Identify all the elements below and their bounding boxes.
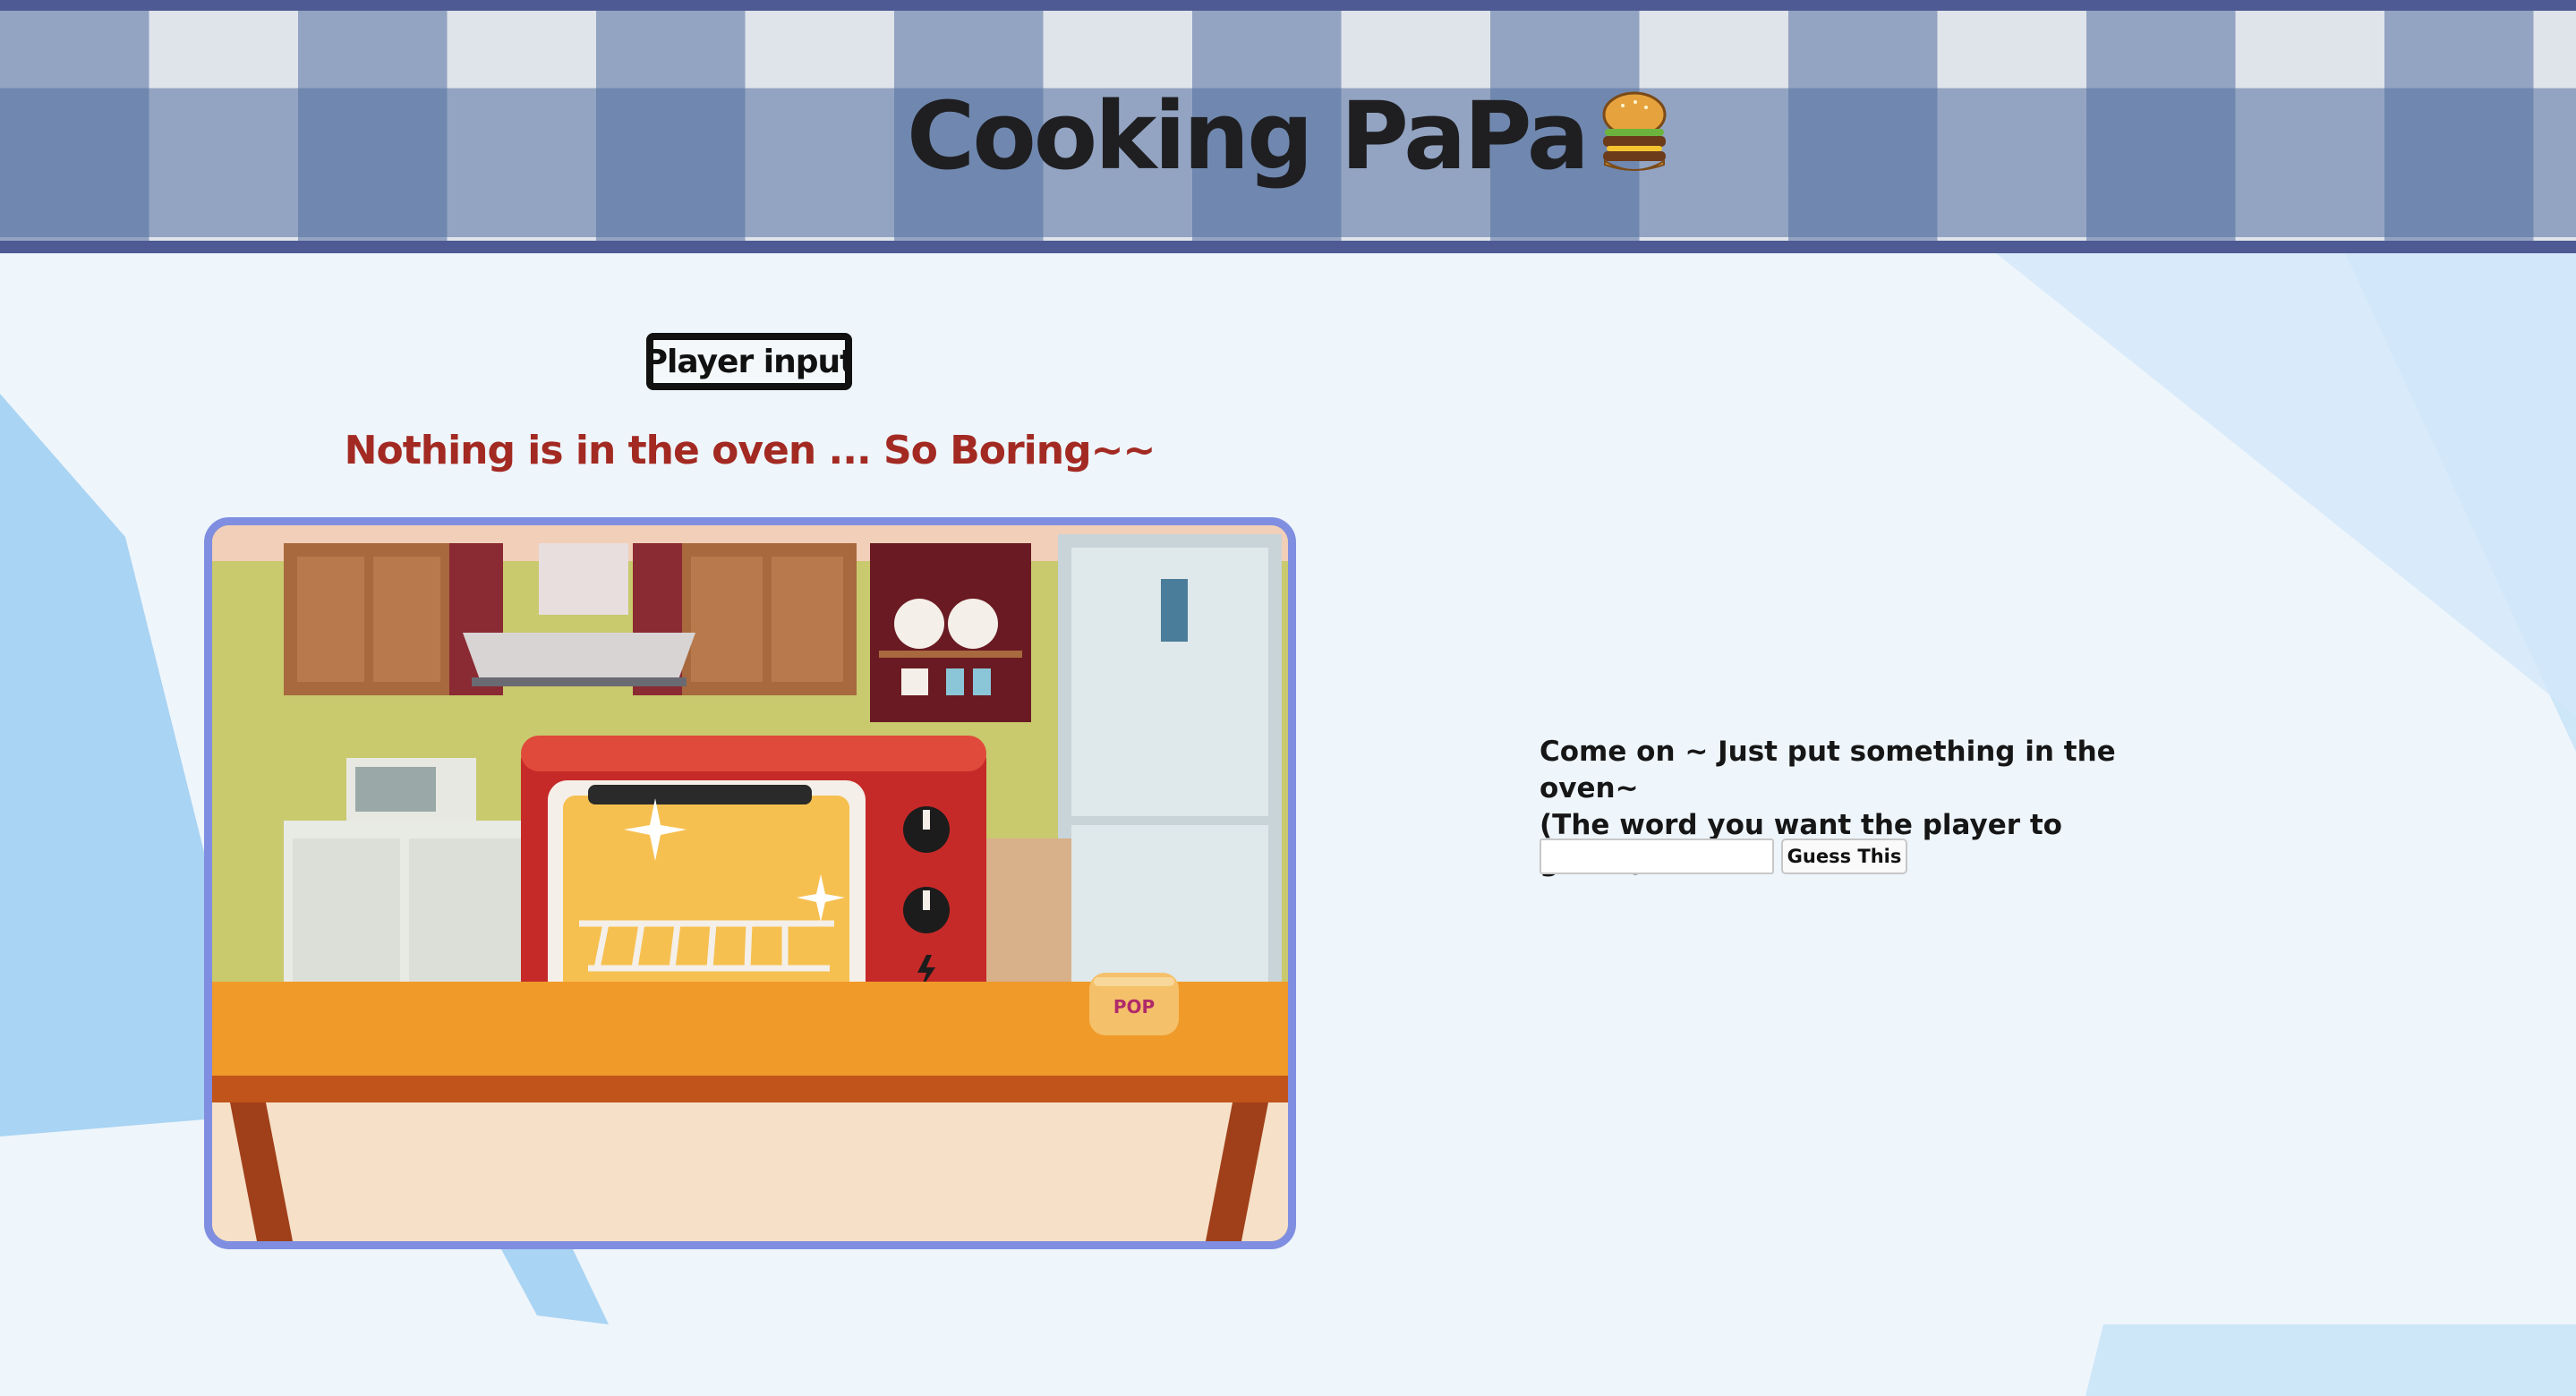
burger-icon [1599,89,1669,197]
header-banner: Cooking PaPa [0,0,2576,253]
toaster-label: POP [1113,996,1155,1017]
kitchen-oven-illustration: POP [212,525,1288,1241]
guess-this-button[interactable]: Guess This [1781,838,1907,874]
kitchen-scene: POP [204,517,1296,1249]
prompt-line-1: Come on ~ Just put something in the oven… [1540,736,2116,804]
guess-word-input[interactable] [1540,838,1774,874]
app-title: Cooking PaPa [907,81,1590,191]
oven-status-text: Nothing is in the oven ... So Boring~~ [344,428,1156,473]
player-input-label: Player input [646,333,852,390]
app-title-wrap: Cooking PaPa [0,82,2576,197]
